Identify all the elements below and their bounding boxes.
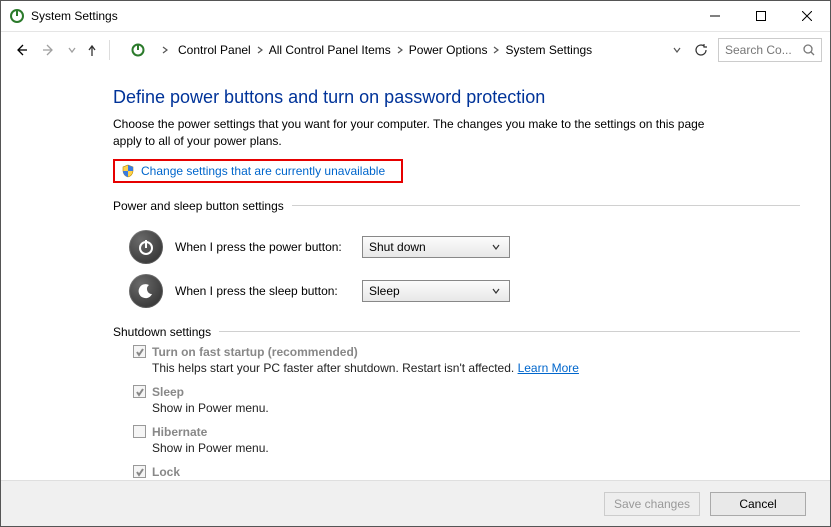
hibernate-sub: Show in Power menu. (152, 441, 800, 455)
breadcrumb-chevron-icon[interactable] (253, 45, 267, 55)
hibernate-checkbox[interactable] (133, 425, 146, 438)
sleep-title: Sleep (152, 385, 184, 399)
change-settings-highlight: Change settings that are currently unava… (113, 159, 403, 183)
recent-dropdown-button[interactable] (65, 38, 79, 62)
title-bar: System Settings (1, 1, 830, 32)
close-button[interactable] (784, 1, 830, 31)
up-button[interactable] (83, 38, 101, 62)
shutdown-section-header: Shutdown settings (113, 325, 800, 339)
search-icon (803, 44, 815, 56)
save-changes-button[interactable]: Save changes (604, 492, 700, 516)
power-options-icon (9, 8, 25, 24)
power-icon (129, 230, 163, 264)
content-area: Define power buttons and turn on passwor… (1, 69, 830, 480)
power-button-label: When I press the power button: (175, 240, 350, 254)
uac-shield-icon (121, 164, 135, 178)
shutdown-settings-list: Turn on fast startup (recommended) This … (113, 345, 800, 495)
section-label: Power and sleep button settings (113, 199, 284, 213)
refresh-button[interactable] (690, 39, 712, 61)
address-bar-icon (128, 40, 148, 60)
divider (109, 40, 110, 60)
power-button-dropdown[interactable]: Shut down (362, 236, 510, 258)
sleep-button-label: When I press the sleep button: (175, 284, 350, 298)
hibernate-title: Hibernate (152, 425, 207, 439)
minimize-button[interactable] (692, 1, 738, 31)
footer-bar: Save changes Cancel (1, 480, 830, 526)
breadcrumb-item[interactable]: Control Panel (176, 43, 253, 57)
divider (219, 331, 800, 332)
search-input[interactable]: Search Co... (718, 38, 822, 62)
forward-button[interactable] (37, 38, 61, 62)
back-button[interactable] (9, 38, 33, 62)
breadcrumb: Control Panel All Control Panel Items Po… (176, 38, 666, 62)
lock-title: Lock (152, 465, 180, 479)
learn-more-link[interactable]: Learn More (518, 361, 579, 375)
dropdown-value: Shut down (369, 240, 489, 254)
hibernate-item: Hibernate Show in Power menu. (133, 425, 800, 455)
window-title: System Settings (31, 9, 118, 23)
sleep-button-row: When I press the sleep button: Sleep (129, 269, 800, 313)
fast-startup-title: Turn on fast startup (recommended) (152, 345, 358, 359)
page-title: Define power buttons and turn on passwor… (113, 87, 800, 108)
lock-checkbox[interactable] (133, 465, 146, 478)
sleep-button-dropdown[interactable]: Sleep (362, 280, 510, 302)
window-controls (692, 1, 830, 31)
sleep-sub: Show in Power menu. (152, 401, 800, 415)
cancel-button[interactable]: Cancel (710, 492, 806, 516)
sleep-checkbox[interactable] (133, 385, 146, 398)
power-buttons-section-header: Power and sleep button settings (113, 199, 800, 213)
search-placeholder: Search Co... (725, 43, 799, 57)
change-settings-link[interactable]: Change settings that are currently unava… (141, 164, 385, 178)
breadcrumb-chevron-icon[interactable] (489, 45, 503, 55)
sleep-icon (129, 274, 163, 308)
maximize-button[interactable] (738, 1, 784, 31)
dropdown-value: Sleep (369, 284, 489, 298)
fast-startup-checkbox[interactable] (133, 345, 146, 358)
section-label: Shutdown settings (113, 325, 211, 339)
power-button-row: When I press the power button: Shut down (129, 225, 800, 269)
chevron-down-icon (489, 242, 503, 252)
breadcrumb-item[interactable]: System Settings (503, 43, 594, 57)
breadcrumb-item[interactable]: Power Options (407, 43, 490, 57)
chevron-down-icon (489, 286, 503, 296)
breadcrumb-item[interactable]: All Control Panel Items (267, 43, 393, 57)
sleep-item: Sleep Show in Power menu. (133, 385, 800, 415)
fast-startup-item: Turn on fast startup (recommended) This … (133, 345, 800, 375)
divider (292, 205, 800, 206)
breadcrumb-chevron-icon[interactable] (158, 45, 172, 55)
navigation-bar: Control Panel All Control Panel Items Po… (1, 32, 830, 68)
address-dropdown-button[interactable] (670, 45, 684, 55)
breadcrumb-chevron-icon[interactable] (393, 45, 407, 55)
fast-startup-sub: This helps start your PC faster after sh… (152, 361, 800, 375)
page-description: Choose the power settings that you want … (113, 116, 713, 151)
